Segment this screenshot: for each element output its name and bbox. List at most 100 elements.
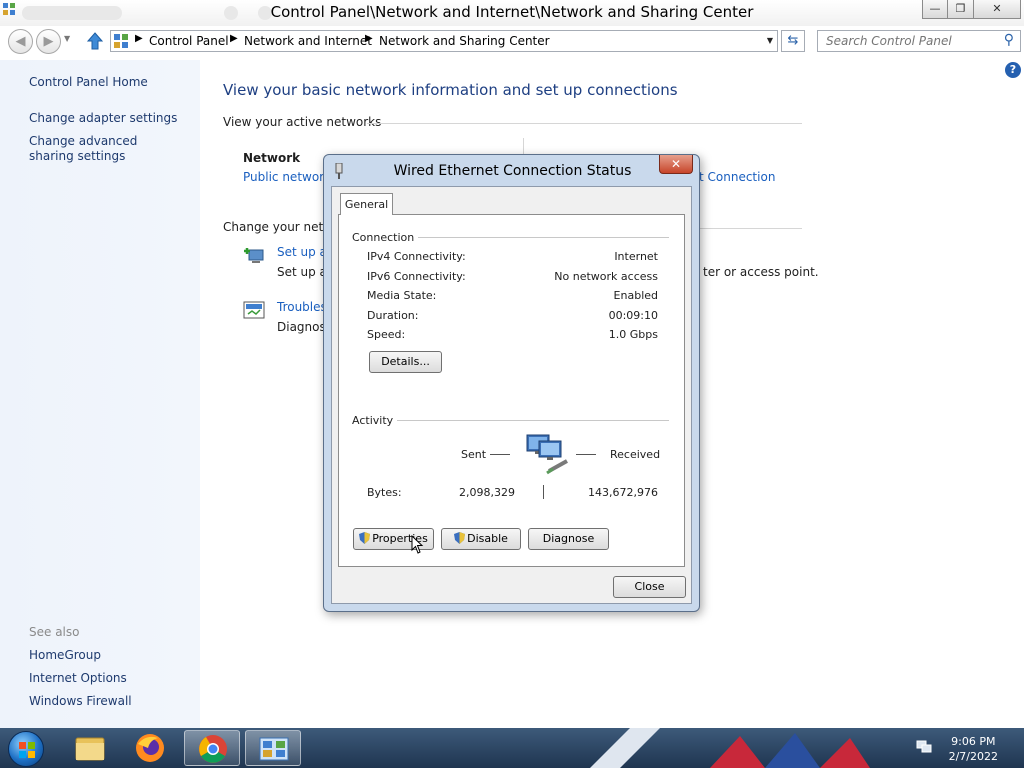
sidebar-item-change-advanced-sharing-settings[interactable]: Change advanced sharing settings <box>29 134 179 164</box>
page-title: View your basic network information and … <box>223 81 678 99</box>
duration-label: Duration: <box>367 309 419 322</box>
refresh-icon: ⇆ <box>787 33 799 48</box>
address-bar[interactable]: ▶ Control Panel ▶ Network and Internet ▶… <box>110 30 778 52</box>
taskbar-control-panel[interactable] <box>245 730 301 766</box>
start-button[interactable] <box>8 731 44 767</box>
close-icon: ✕ <box>670 157 682 171</box>
back-arrow-icon: ◀ <box>15 34 26 49</box>
dialog-close-button[interactable]: ✕ <box>659 155 693 174</box>
activity-group-label: Activity <box>352 414 398 427</box>
clock-time: 9:06 PM <box>951 735 996 748</box>
breadcrumb-separator-icon[interactable]: ▶ <box>365 33 373 44</box>
see-also-homegroup[interactable]: HomeGroup <box>29 648 189 663</box>
clock-date: 2/7/2022 <box>948 750 998 763</box>
uac-shield-icon <box>454 532 466 544</box>
ipv6-label: IPv6 Connectivity: <box>367 270 466 283</box>
received-label: Received <box>610 448 661 461</box>
setup-connection-icon <box>244 248 264 263</box>
troubleshoot-icon <box>243 301 265 319</box>
sent-label: Sent <box>461 448 487 461</box>
close-window-button[interactable]: ✕ <box>973 0 1021 19</box>
window-titlebar: Control Panel\Network and Internet\Netwo… <box>0 0 1024 26</box>
search-input[interactable] <box>824 32 1000 50</box>
search-icon[interactable]: ⚲ <box>1004 32 1014 48</box>
search-box[interactable]: ⚲ <box>817 30 1021 52</box>
network-tray-icon[interactable] <box>916 740 932 754</box>
duration-value: 00:09:10 <box>608 309 658 322</box>
restore-button[interactable]: ❐ <box>947 0 974 19</box>
setup-connection-link[interactable]: Set up a <box>277 245 327 259</box>
bytes-received-value: 143,672,976 <box>588 486 658 499</box>
see-also-heading: See also <box>29 625 80 639</box>
see-also-internet-options[interactable]: Internet Options <box>29 671 189 686</box>
speed-value: 1.0 Gbps <box>608 328 658 341</box>
tab-general[interactable]: General <box>340 193 393 215</box>
diagnose-button[interactable]: Diagnose <box>528 528 609 550</box>
breadcrumb-separator-icon[interactable]: ▶ <box>135 33 143 44</box>
back-button[interactable]: ◀ <box>8 29 33 54</box>
window-title: Control Panel\Network and Internet\Netwo… <box>270 3 754 21</box>
taskbar-chrome[interactable] <box>184 730 240 766</box>
taskbar: 9:06 PM 2/7/2022 <box>0 728 1024 768</box>
ipv4-value: Internet <box>614 250 658 263</box>
address-dropdown-icon[interactable]: ▼ <box>767 36 773 45</box>
sidebar-item-control-panel-home[interactable]: Control Panel Home <box>29 75 189 90</box>
connection-status-dialog: Wired Ethernet Connection Status ✕ Gener… <box>323 154 700 612</box>
wallpaper-graphic <box>590 728 870 768</box>
recent-pages-chevron-icon[interactable]: ▼ <box>64 34 70 43</box>
taskbar-firefox[interactable] <box>122 730 178 766</box>
windows-logo-icon <box>19 742 35 758</box>
disable-button[interactable]: Disable <box>441 528 521 550</box>
setup-connection-description: Set up a <box>277 265 327 279</box>
uac-shield-icon <box>359 532 371 544</box>
breadcrumb-separator-icon[interactable]: ▶ <box>230 33 238 44</box>
control-panel-icon <box>114 34 128 48</box>
ipv4-label: IPv4 Connectivity: <box>367 250 466 263</box>
breadcrumb-network-and-internet[interactable]: Network and Internet <box>244 34 372 48</box>
forward-arrow-icon: ▶ <box>43 34 54 49</box>
breadcrumb-network-and-sharing-center[interactable]: Network and Sharing Center <box>379 34 550 48</box>
dialog-title: Wired Ethernet Connection Status <box>393 163 632 179</box>
mouse-cursor-icon <box>411 535 424 554</box>
connection-link[interactable]: t Connection <box>699 170 775 184</box>
breadcrumb-control-panel[interactable]: Control Panel <box>149 34 229 48</box>
folder-icon <box>75 737 105 761</box>
divider <box>700 228 802 229</box>
group-divider <box>353 420 669 421</box>
received-line <box>576 454 596 455</box>
ipv6-value: No network access <box>554 270 658 283</box>
network-type-link[interactable]: Public network <box>243 170 331 184</box>
dialog-body: General Connection IPv4 Connectivity: In… <box>331 186 692 604</box>
system-clock[interactable]: 9:06 PM 2/7/2022 <box>949 734 998 764</box>
control-panel-icon <box>259 737 289 761</box>
see-also-windows-firewall[interactable]: Windows Firewall <box>29 694 189 709</box>
help-icon[interactable]: ? <box>1005 62 1021 78</box>
disable-button-label: Disable <box>467 532 508 545</box>
forward-button[interactable]: ▶ <box>36 29 61 54</box>
setup-connection-description-end: ter or access point. <box>703 265 819 279</box>
firefox-icon <box>136 734 164 762</box>
left-pane: Control Panel Home Change adapter settin… <box>0 60 200 728</box>
navigation-bar: ◀ ▶ ▼ ▶ Control Panel ▶ Network and Inte… <box>0 26 1024 58</box>
divider <box>367 123 802 124</box>
media-state-value: Enabled <box>613 289 658 302</box>
network-activity-icon <box>526 434 568 475</box>
up-arrow-icon[interactable] <box>87 32 103 50</box>
bytes-label: Bytes: <box>367 486 402 499</box>
close-button[interactable]: Close <box>613 576 686 598</box>
sidebar-item-change-adapter-settings[interactable]: Change adapter settings <box>29 111 189 126</box>
tab-panel: Connection IPv4 Connectivity: Internet I… <box>338 214 685 567</box>
network-name: Network <box>243 151 301 165</box>
sent-line <box>490 454 510 455</box>
media-state-label: Media State: <box>367 289 437 302</box>
change-settings-heading: Change your netw <box>223 220 334 234</box>
speed-label: Speed: <box>367 328 406 341</box>
taskbar-explorer[interactable] <box>62 730 118 766</box>
active-networks-heading: View your active networks <box>223 115 382 129</box>
chrome-icon <box>199 735 227 763</box>
details-button[interactable]: Details... <box>369 351 442 373</box>
refresh-button[interactable]: ⇆ <box>781 30 805 52</box>
troubleshoot-link[interactable]: Troubles <box>277 300 327 314</box>
minimize-button[interactable]: — <box>922 0 948 19</box>
activity-separator <box>543 485 544 499</box>
